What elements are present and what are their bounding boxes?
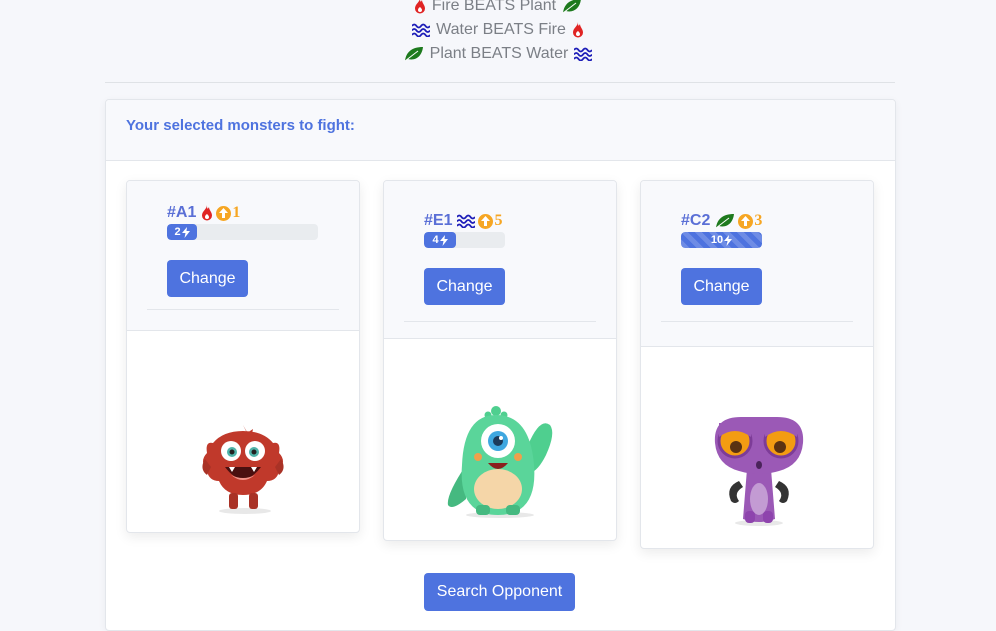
divider [105, 82, 895, 83]
monster-card-a1: #A1 1 2 Change [126, 180, 360, 533]
level-up-icon [216, 205, 232, 221]
rule-plant-water: Plant BEATS Water [0, 42, 996, 66]
energy-value: 2 [174, 226, 181, 238]
bolt-icon [181, 226, 190, 238]
card-divider [661, 321, 853, 322]
monster-level: 1 [216, 204, 240, 222]
level-up-icon [738, 213, 754, 229]
search-opponent-button[interactable]: Search Opponent [424, 573, 575, 611]
monster-card-e1: #E1 5 4 Change [383, 180, 617, 541]
monster-id: #A1 [167, 204, 197, 221]
bolt-icon [439, 234, 448, 246]
card-header: #A1 1 2 Change [127, 181, 359, 331]
leaf-icon [716, 214, 735, 229]
panel-title: Your selected monsters to fight: [126, 117, 355, 134]
energy-value: 10 [710, 234, 724, 246]
rule-water-fire: Water BEATS Fire [0, 18, 996, 42]
change-monster-button[interactable]: Change [681, 268, 762, 305]
level-value: 5 [494, 212, 503, 229]
card-header: #E1 5 4 Change [384, 181, 616, 339]
red-monster-image [202, 425, 284, 514]
leaf-icon [404, 47, 423, 62]
change-monster-button[interactable]: Change [424, 268, 505, 305]
fire-icon [414, 0, 425, 14]
energy-bar: 2 [167, 224, 318, 240]
monster-id: #C2 [681, 212, 711, 229]
level-value: 3 [754, 212, 763, 229]
type-rules: Fire BEATS Plant Water BEATS Fire Plant … [0, 0, 996, 66]
rule-fire-plant: Fire BEATS Plant [0, 0, 996, 18]
monster-id: #E1 [424, 212, 453, 229]
change-monster-button[interactable]: Change [167, 260, 248, 297]
selected-monsters-panel: Your selected monsters to fight: #A1 1 2… [105, 99, 896, 631]
rule-text: Plant BEATS Water [429, 45, 569, 62]
bolt-icon [724, 234, 733, 246]
card-header: #C2 3 10 Change [641, 181, 873, 347]
energy-fill: 4 [424, 232, 456, 248]
fire-icon [202, 205, 213, 221]
monster-title: #C2 3 [681, 212, 762, 230]
green-monster-image [447, 406, 553, 518]
monster-card-c2: #C2 3 10 Change [640, 180, 874, 549]
water-icon [457, 214, 476, 228]
level-value: 1 [232, 204, 241, 221]
monster-title: #E1 5 [424, 212, 502, 230]
fire-icon [572, 22, 583, 38]
card-divider [147, 309, 339, 310]
monster-level: 5 [478, 212, 502, 230]
monster-level: 3 [738, 212, 762, 230]
energy-bar: 4 [424, 232, 505, 248]
card-divider [404, 321, 596, 322]
energy-fill: 2 [167, 224, 197, 240]
water-icon [412, 23, 431, 37]
purple-monster-image [714, 417, 804, 526]
rule-text: Water BEATS Fire [436, 21, 566, 38]
panel-header: Your selected monsters to fight: [106, 100, 895, 161]
energy-value: 4 [432, 234, 439, 246]
water-icon [574, 47, 593, 61]
leaf-icon [562, 0, 581, 14]
energy-bar: 10 [681, 232, 762, 248]
monster-title: #A1 1 [167, 204, 240, 222]
energy-fill: 10 [681, 232, 762, 248]
rule-text: Fire BEATS Plant [431, 0, 557, 14]
level-up-icon [478, 213, 494, 229]
